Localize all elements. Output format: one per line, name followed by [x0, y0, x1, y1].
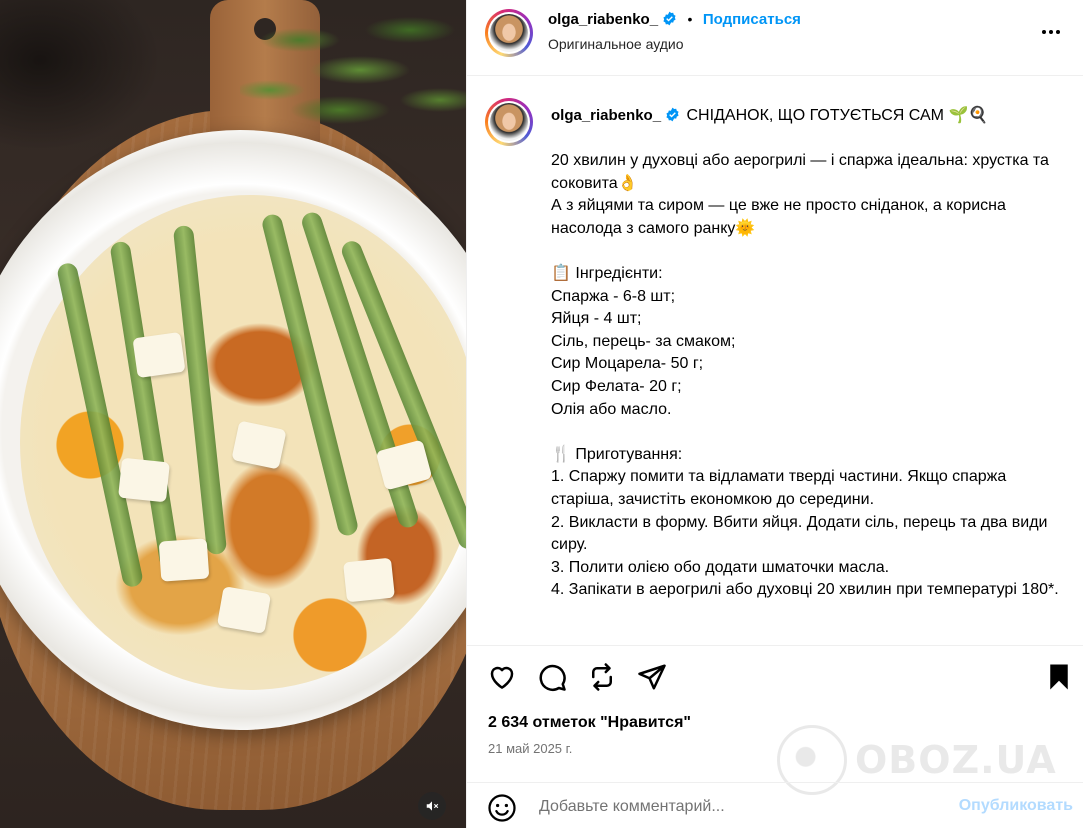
likes-count[interactable]: 2 634 отметок "Нравится" — [488, 714, 691, 732]
repost-icon[interactable] — [587, 662, 617, 692]
cheese-piece — [158, 538, 210, 582]
action-bar — [467, 645, 1083, 707]
caption-text: 20 хвилин у духовці або аерогрилі — і сп… — [551, 152, 1059, 599]
verified-badge-icon — [663, 11, 676, 26]
caption-avatar[interactable] — [485, 98, 533, 146]
post-date[interactable]: 21 май 2025 г. — [488, 741, 572, 756]
cheese-piece — [132, 331, 186, 379]
comment-input[interactable] — [537, 793, 941, 821]
caption-header: olga_riabenko_ СНІДАНОК, ЩО ГОТУЄТЬСЯ СА… — [551, 105, 988, 125]
post-details-panel: olga_riabenko_ • Подписаться Оригинально… — [466, 0, 1083, 828]
heart-icon[interactable] — [487, 662, 517, 692]
publish-button[interactable]: Опубликовать — [959, 797, 1073, 815]
send-icon[interactable] — [637, 662, 667, 692]
caption-username[interactable]: olga_riabenko_ — [551, 107, 661, 124]
herbs-image — [240, 0, 466, 140]
comment-icon[interactable] — [537, 662, 567, 692]
separator-dot: • — [687, 11, 693, 27]
caption-title-emojis: 🌱🍳 — [948, 107, 989, 124]
original-audio-link[interactable]: Оригинальное аудио — [548, 36, 684, 52]
more-options-button[interactable] — [1036, 20, 1066, 44]
watermark-text: OBOZ.UA — [855, 738, 1057, 782]
caption-title: СНІДАНОК, ЩО ГОТУЄТЬСЯ САМ — [686, 107, 945, 124]
comment-bar: Опубликовать — [467, 782, 1083, 828]
muted-speaker-icon — [426, 801, 439, 811]
follow-button[interactable]: Подписаться — [703, 11, 801, 28]
author-username[interactable]: olga_riabenko_ — [548, 11, 658, 28]
verified-badge-icon — [666, 107, 679, 122]
more-icon — [1042, 30, 1046, 34]
bookmark-icon[interactable] — [1044, 662, 1074, 692]
cheese-piece — [118, 457, 170, 503]
cheese-piece — [216, 586, 272, 634]
mute-button[interactable] — [418, 792, 446, 820]
post-media[interactable] — [0, 0, 466, 828]
smiley-icon[interactable] — [487, 793, 517, 823]
post-header: olga_riabenko_ • Подписаться Оригинально… — [467, 0, 1083, 76]
cheese-piece — [343, 557, 395, 603]
avatar[interactable] — [485, 9, 533, 57]
